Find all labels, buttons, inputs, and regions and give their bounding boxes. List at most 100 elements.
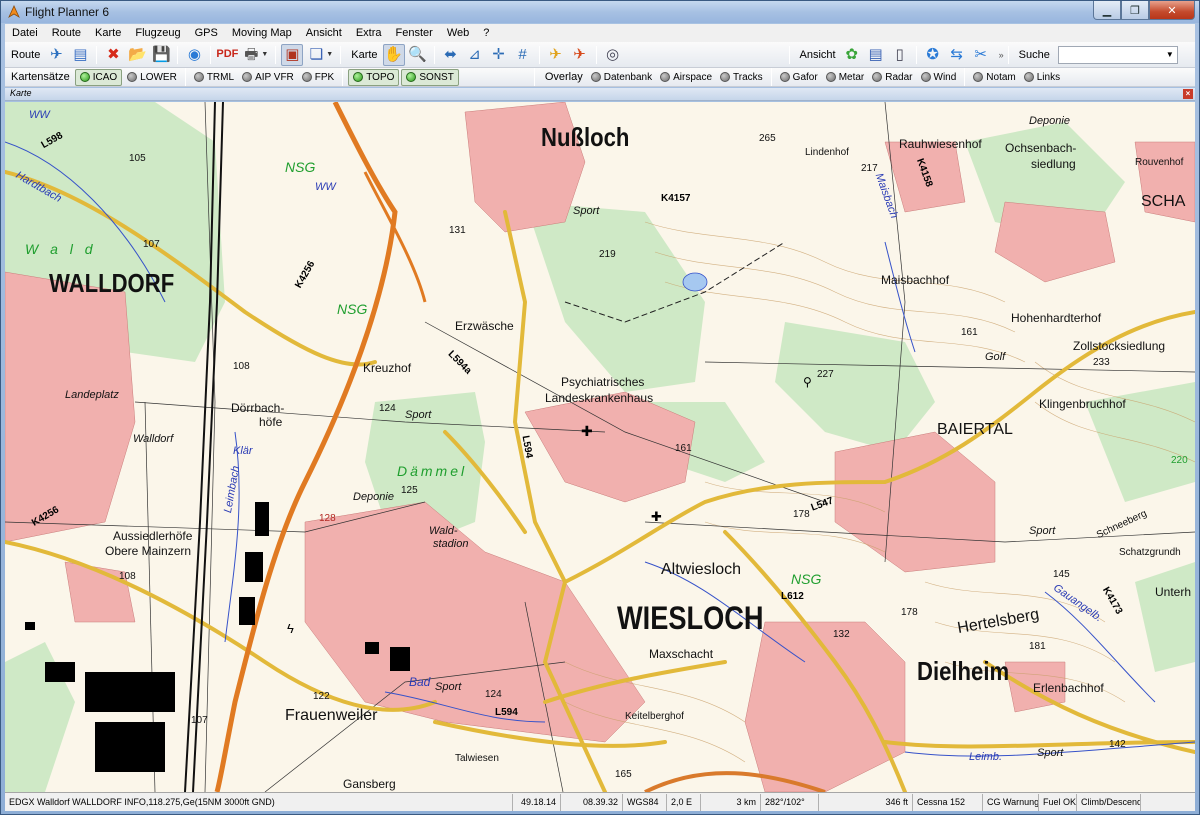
hand-pan-button[interactable]: ✋ — [382, 43, 405, 66]
map-label-psych2: Landeskrankenhaus — [545, 391, 654, 405]
toggle-lower[interactable]: LOWER — [123, 69, 181, 86]
search-label: Suche — [1018, 48, 1050, 61]
title-bar[interactable]: Flight Planner 6 ▁ ❐ ✕ — [1, 1, 1199, 23]
map-label-walldorf: WALLDORF — [49, 268, 175, 298]
map-label-siedlung: siedlung — [1031, 157, 1076, 171]
menu-karte[interactable]: Karte — [88, 24, 128, 42]
elevation-107: 107 — [143, 239, 160, 250]
menu-extra[interactable]: Extra — [349, 24, 389, 42]
add-waypoint-button[interactable]: ✈ — [545, 44, 567, 66]
remove-waypoint-button[interactable]: ✈ — [569, 44, 591, 66]
menu-web[interactable]: Web — [440, 24, 476, 42]
map-label-altwiesloch: Altwiesloch — [661, 561, 742, 578]
binoculars-button[interactable]: ◎ — [602, 44, 624, 66]
grid-button[interactable]: # — [512, 44, 534, 66]
elevation-145: 145 — [1053, 569, 1070, 580]
menu-route[interactable]: Route — [45, 24, 88, 42]
toggle-lower-label: LOWER — [140, 71, 177, 83]
pages-dropdown-icon[interactable]: ▼ — [326, 51, 333, 58]
layers-button[interactable]: ✿ — [841, 44, 863, 66]
grey-dot-icon — [301, 72, 312, 82]
grey-dot-icon — [825, 72, 836, 82]
chart-toolbar: Kartensätze ICAO LOWER TRML AIP VFR FPK … — [5, 68, 1195, 87]
export-button[interactable]: ▣ — [281, 43, 304, 66]
toggle-metar[interactable]: Metar — [822, 69, 869, 86]
map-panel-close-icon[interactable]: × — [1183, 89, 1193, 99]
toggle-wind[interactable]: Wind — [917, 69, 961, 86]
pond — [682, 272, 708, 292]
tools-button[interactable]: ✂ — [970, 44, 992, 66]
toggle-gafor[interactable]: Gafor — [776, 69, 822, 86]
map-label-dorrbach: Dörrbach- — [231, 401, 285, 415]
toggle-datenbank[interactable]: Datenbank — [587, 69, 656, 86]
toggle-icao[interactable]: ICAO — [74, 68, 123, 86]
toggle-fpk[interactable]: FPK — [298, 69, 338, 86]
toggle-gafor-label: Gafor — [792, 71, 818, 83]
menu-flugzeug[interactable]: Flugzeug — [128, 24, 187, 42]
compass-button[interactable]: ✪ — [922, 44, 944, 66]
direction-button[interactable]: ⬌ — [440, 44, 462, 66]
elevation-161-b: 161 — [961, 327, 978, 338]
overlay-label: Overlay — [544, 71, 583, 83]
menu-moving-map[interactable]: Moving Map — [225, 24, 299, 42]
toggle-trml-label: TRML — [206, 71, 235, 83]
sync-button[interactable]: ⇆ — [946, 44, 968, 66]
map-label-obere-mainzern: Obere Mainzern — [105, 544, 192, 558]
zoom-button[interactable]: 🔍 — [407, 44, 429, 66]
print-button[interactable]: 🖶 — [240, 44, 262, 66]
route-wizard-button[interactable]: ✈ — [45, 44, 67, 66]
map-label-rauhwiesenhof: Rauhwiesenhof — [899, 137, 982, 151]
church-icon-2: ✚ — [651, 509, 662, 524]
grey-dot-icon — [660, 72, 671, 82]
grey-dot-icon — [872, 72, 883, 82]
crosshair-button[interactable]: ✛ — [488, 44, 510, 66]
menu-help[interactable]: ? — [476, 24, 496, 42]
toggle-radar[interactable]: Radar — [868, 69, 916, 86]
pdf-export-button[interactable]: PDF — [216, 44, 238, 66]
toggle-sonst[interactable]: SONST — [401, 68, 459, 86]
scale-button[interactable]: ⊿ — [464, 44, 486, 66]
save-route-button[interactable]: 💾 — [150, 44, 172, 66]
status-latitude: 49.18.14 — [513, 793, 561, 811]
minimize-button[interactable]: ▁ — [1093, 1, 1121, 20]
antenna-icon: ⚲ — [803, 375, 812, 389]
toolbar-overflow-icon[interactable]: » — [999, 50, 1004, 60]
gps-device-button[interactable]: ▯ — [889, 44, 911, 66]
topo-map-canvas[interactable]: Nußloch WALLDORF WIESLOCH Dielheim BAIER… — [5, 102, 1195, 792]
toggle-aip-vfr[interactable]: AIP VFR — [238, 69, 298, 86]
toggle-topo[interactable]: TOPO — [348, 68, 400, 86]
open-route-button[interactable]: 📂 — [126, 44, 148, 66]
search-input[interactable]: ▼ — [1057, 45, 1178, 64]
route-list-button[interactable]: ▤ — [69, 44, 91, 66]
menu-gps[interactable]: GPS — [188, 24, 225, 42]
map-label-schatz: SCHA — [1141, 193, 1186, 210]
pages-button[interactable]: ❏ — [305, 44, 327, 66]
maximize-button[interactable]: ❐ — [1121, 1, 1149, 20]
toggle-topo-label: TOPO — [366, 71, 395, 83]
pages-icon: ❏ — [309, 46, 324, 63]
search-dropdown-icon[interactable]: ▼ — [1166, 50, 1174, 59]
globe-icon: ◉ — [187, 46, 201, 63]
window-title: Flight Planner 6 — [25, 5, 110, 19]
menu-datei[interactable]: Datei — [5, 24, 45, 42]
grey-dot-icon — [779, 72, 790, 82]
grey-dot-icon — [1023, 72, 1034, 82]
browser-button[interactable]: ◉ — [183, 44, 205, 66]
toggle-trml[interactable]: TRML — [190, 69, 238, 86]
delete-route-button[interactable]: ✖ — [102, 44, 124, 66]
info-panel-button[interactable]: ▤ — [865, 44, 887, 66]
toggle-tracks[interactable]: Tracks — [716, 69, 767, 86]
map-label-golf: Golf — [985, 351, 1006, 363]
toggle-links[interactable]: Links — [1020, 69, 1064, 86]
toggle-airspace[interactable]: Airspace — [656, 69, 716, 86]
menu-ansicht[interactable]: Ansicht — [299, 24, 349, 42]
menu-bar: Datei Route Karte Flugzeug GPS Moving Ma… — [5, 24, 1195, 42]
close-button[interactable]: ✕ — [1149, 1, 1195, 20]
toggle-notam[interactable]: Notam — [969, 69, 1019, 86]
crosshair-icon: ✛ — [492, 46, 505, 63]
menu-fenster[interactable]: Fenster — [389, 24, 440, 42]
toggle-wind-label: Wind — [933, 71, 957, 83]
status-fuel: Fuel OK — [1039, 793, 1077, 811]
print-dropdown-icon[interactable]: ▼ — [261, 51, 268, 58]
arrow-right-icon: ⬌ — [444, 46, 457, 63]
